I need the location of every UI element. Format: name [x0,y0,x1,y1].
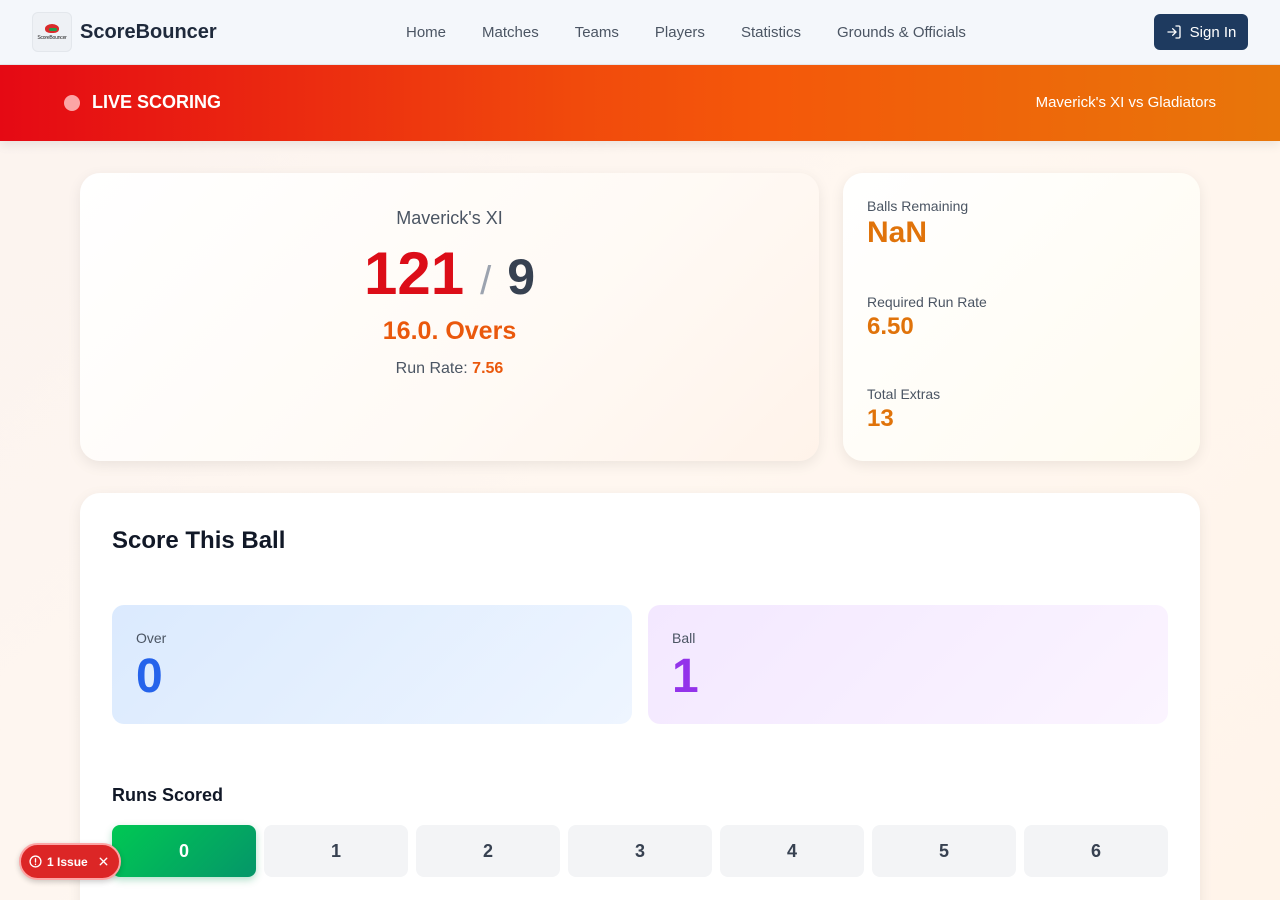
total-extras-stat: Total Extras 13 [867,386,940,433]
run-rate-label: Run Rate: [395,360,468,377]
close-icon[interactable] [97,855,110,868]
total-extras-label: Total Extras [867,386,941,402]
ball-value: 1 [672,650,699,703]
over-box: Over 0 [112,605,632,724]
balls-remaining-value: NaN [867,216,928,249]
required-run-rate-value: 6.50 [867,313,914,340]
over-label: Over [136,630,167,646]
run-4-button[interactable]: 4 [720,825,864,877]
required-run-rate-label: Required Run Rate [867,294,987,310]
overs: 16.0. Overs [382,317,517,345]
runs-options: 0 1 2 3 4 5 6 [112,825,1168,877]
logo-text: ScoreBouncer [37,34,67,41]
over-value: 0 [136,650,163,703]
run-rate-value: 7.56 [472,360,504,377]
nav-home[interactable]: Home [388,24,464,41]
total-runs: 121 [363,240,465,307]
run-5-button[interactable]: 5 [872,825,1016,877]
logo: ScoreBouncer [32,12,72,52]
match-title: Maverick's XI vs Gladiators [1035,94,1216,111]
wickets: 9 [507,249,536,305]
brand[interactable]: ScoreBouncer ScoreBouncer [32,12,217,52]
live-indicator-icon [64,95,80,111]
required-run-rate-stat: Required Run Rate 6.50 [867,294,987,341]
run-1-button[interactable]: 1 [264,825,408,877]
live-banner: LIVE SCORING Maverick's XI vs Gladiators [0,65,1280,141]
score-line: 121 / 9 [80,239,819,308]
score-card: Maverick's XI 121 / 9 16.0. Overs Run Ra… [80,173,819,461]
total-extras-value: 13 [867,405,894,432]
score-ball-card: Score This Ball Over 0 Ball 1 Runs Score… [80,493,1200,900]
nav-players[interactable]: Players [637,24,723,41]
run-2-button[interactable]: 2 [416,825,560,877]
balls-remaining-label: Balls Remaining [867,198,969,214]
top-navbar: ScoreBouncer ScoreBouncer Home Matches T… [0,0,1280,65]
main-nav: Home Matches Teams Players Statistics Gr… [388,0,984,64]
balls-remaining-stat: Balls Remaining NaN [867,198,968,250]
alert-circle-icon [29,855,42,868]
section-title: Score This Ball [112,527,286,554]
cricket-ball-icon [45,23,59,33]
ball-box: Ball 1 [648,605,1168,724]
issues-label: 1 Issue [47,854,88,869]
sign-in-button[interactable]: Sign In [1154,14,1248,50]
nav-grounds-officials[interactable]: Grounds & Officials [819,24,984,41]
run-rate: Run Rate: 7.56 [80,360,819,378]
sign-in-icon [1166,25,1181,39]
run-3-button[interactable]: 3 [568,825,712,877]
batting-team-name: Maverick's XI [396,208,503,228]
brand-name: ScoreBouncer [80,20,217,43]
runs-scored-title: Runs Scored [112,785,224,805]
score-separator: / [480,259,492,303]
live-label: LIVE SCORING [92,92,222,112]
match-stats-card: Balls Remaining NaN Required Run Rate 6.… [843,173,1200,461]
issues-badge[interactable]: 1 Issue [19,843,121,880]
nav-matches[interactable]: Matches [464,24,557,41]
run-6-button[interactable]: 6 [1024,825,1168,877]
sign-in-label: Sign In [1189,23,1237,41]
run-0-button[interactable]: 0 [112,825,256,877]
nav-teams[interactable]: Teams [557,24,637,41]
nav-statistics[interactable]: Statistics [723,24,819,41]
ball-label: Ball [672,630,696,646]
